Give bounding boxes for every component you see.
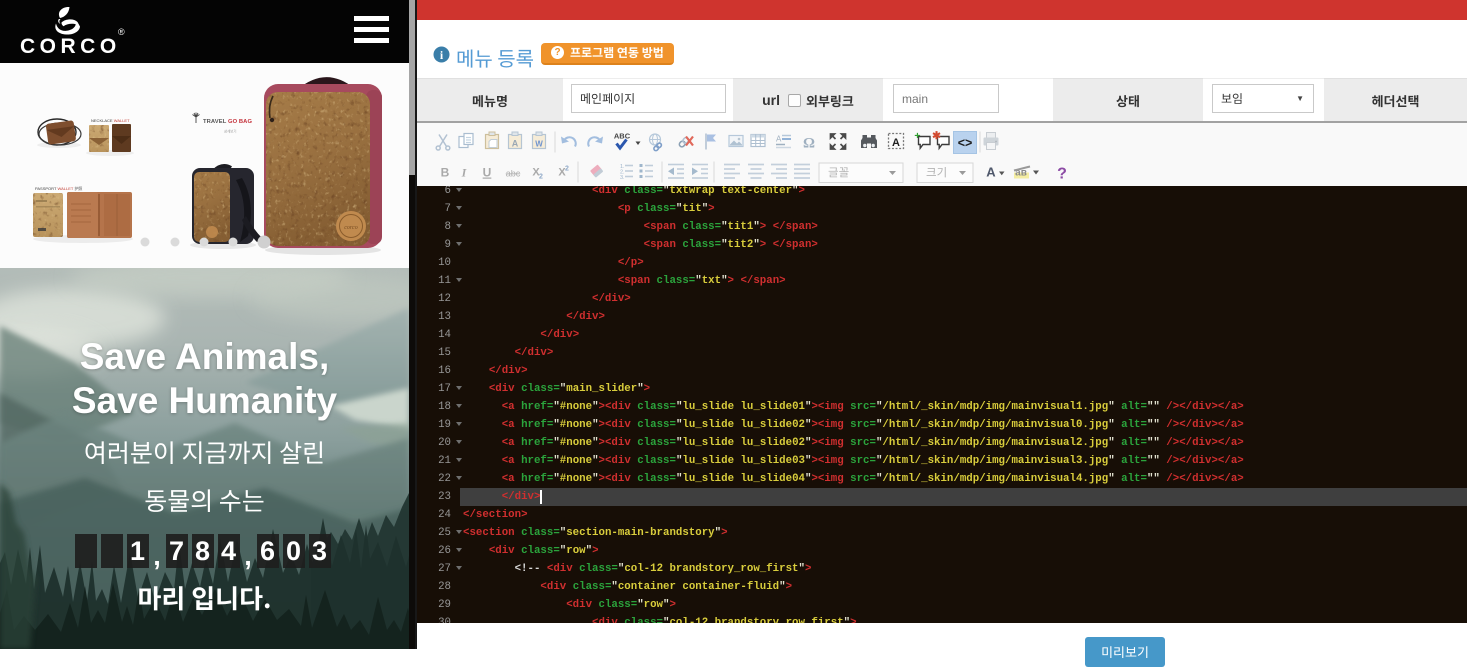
svg-text:B: B	[441, 165, 450, 179]
svg-text:W: W	[535, 139, 543, 148]
svg-text:A: A	[512, 138, 519, 148]
svg-text:CORCO: CORCO	[20, 35, 121, 58]
svg-text:상세보기: 상세보기	[224, 129, 236, 134]
svg-text:A: A	[986, 164, 996, 179]
svg-text:글꼴: 글꼴	[828, 164, 849, 180]
svg-text:ABC: ABC	[614, 131, 631, 140]
svg-text:2: 2	[539, 173, 543, 180]
svg-text:U: U	[483, 165, 492, 179]
svg-text:3.: 3.	[620, 175, 625, 181]
svg-text:2: 2	[565, 165, 569, 172]
svg-text:<>: <>	[958, 136, 973, 150]
svg-text:A: A	[892, 137, 900, 149]
svg-text:NECKLACE WALLET: NECKLACE WALLET	[91, 118, 130, 123]
svg-text:✱: ✱	[932, 130, 941, 142]
svg-text:®: ®	[118, 27, 125, 37]
svg-text:PASSPORT WALLET 护照: PASSPORT WALLET 护照	[35, 185, 82, 191]
svg-text:+: +	[914, 130, 920, 142]
svg-text:I: I	[461, 165, 468, 179]
svg-text:TRAVEL GO BAG: TRAVEL GO BAG	[203, 119, 252, 125]
svg-text:abc: abc	[506, 168, 521, 178]
svg-text:corco: corco	[344, 225, 357, 231]
svg-text:Ω: Ω	[803, 135, 815, 151]
svg-text:크기: 크기	[926, 164, 947, 180]
svg-text:?: ?	[1057, 165, 1067, 182]
svg-text:A: A	[776, 134, 782, 143]
